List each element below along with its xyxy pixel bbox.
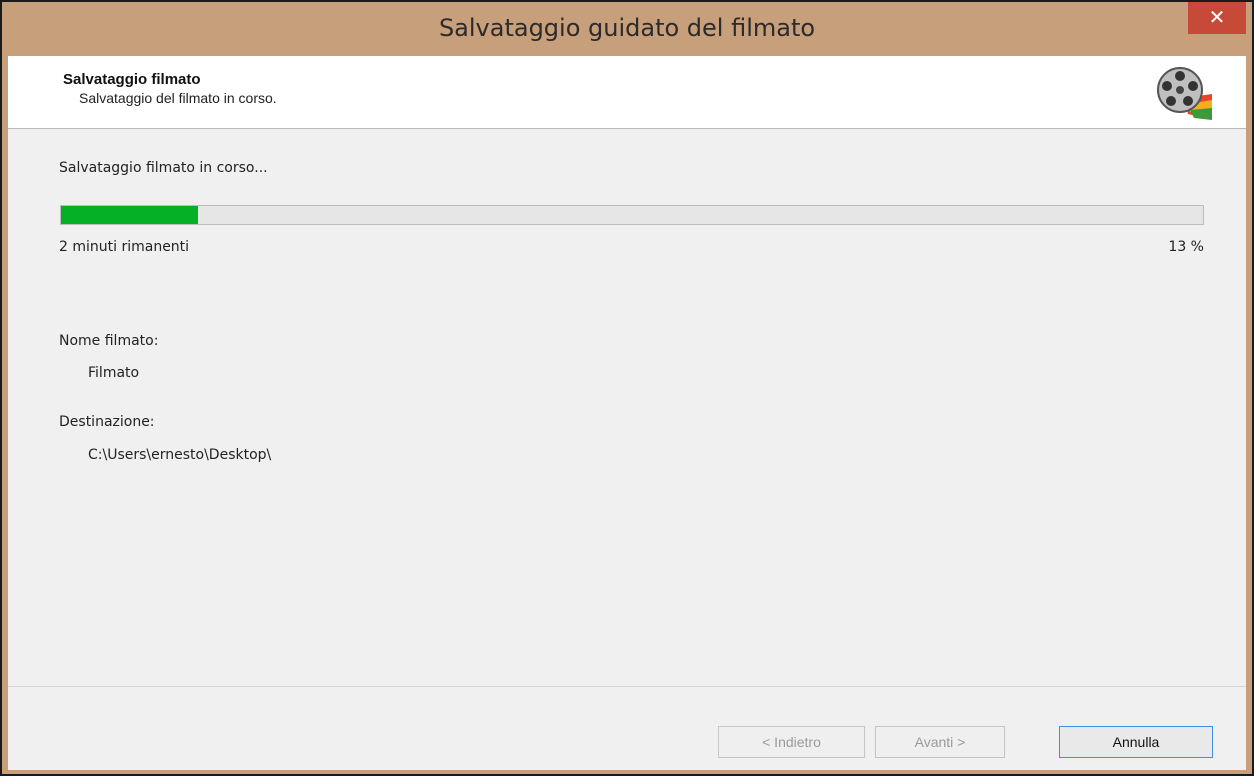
close-icon: ✕ xyxy=(1208,5,1226,29)
wizard-header: Salvataggio filmato Salvataggio del film… xyxy=(8,56,1246,129)
title-bar[interactable]: Salvataggio guidato del filmato ✕ xyxy=(2,2,1252,56)
wizard-client-area: Salvataggio filmato Salvataggio del film… xyxy=(8,56,1246,770)
close-button[interactable]: ✕ xyxy=(1188,2,1246,34)
destination-label: Destinazione: xyxy=(59,414,155,430)
movie-name-value: Filmato xyxy=(88,365,140,381)
movie-name-label: Nome filmato: xyxy=(59,333,159,349)
back-button[interactable]: < Indietro xyxy=(718,726,865,758)
status-text: Salvataggio filmato in corso... xyxy=(59,160,268,176)
progress-fill xyxy=(61,206,199,224)
destination-value: C:\Users\ernesto\Desktop\ xyxy=(88,447,272,463)
page-subtitle: Salvataggio del filmato in corso. xyxy=(79,90,277,106)
page-title: Salvataggio filmato xyxy=(63,71,201,88)
window-title: Salvataggio guidato del filmato xyxy=(438,14,816,42)
wizard-window: Salvataggio guidato del filmato ✕ Salvat… xyxy=(0,0,1254,776)
percent-complete: 13 % xyxy=(1168,239,1204,255)
next-button[interactable]: Avanti > xyxy=(875,726,1005,758)
cancel-button[interactable]: Annulla xyxy=(1059,726,1213,758)
time-remaining: 2 minuti rimanenti xyxy=(59,239,190,255)
film-reel-icon xyxy=(1157,67,1212,120)
footer-separator xyxy=(8,686,1246,687)
progress-bar xyxy=(60,205,1204,225)
